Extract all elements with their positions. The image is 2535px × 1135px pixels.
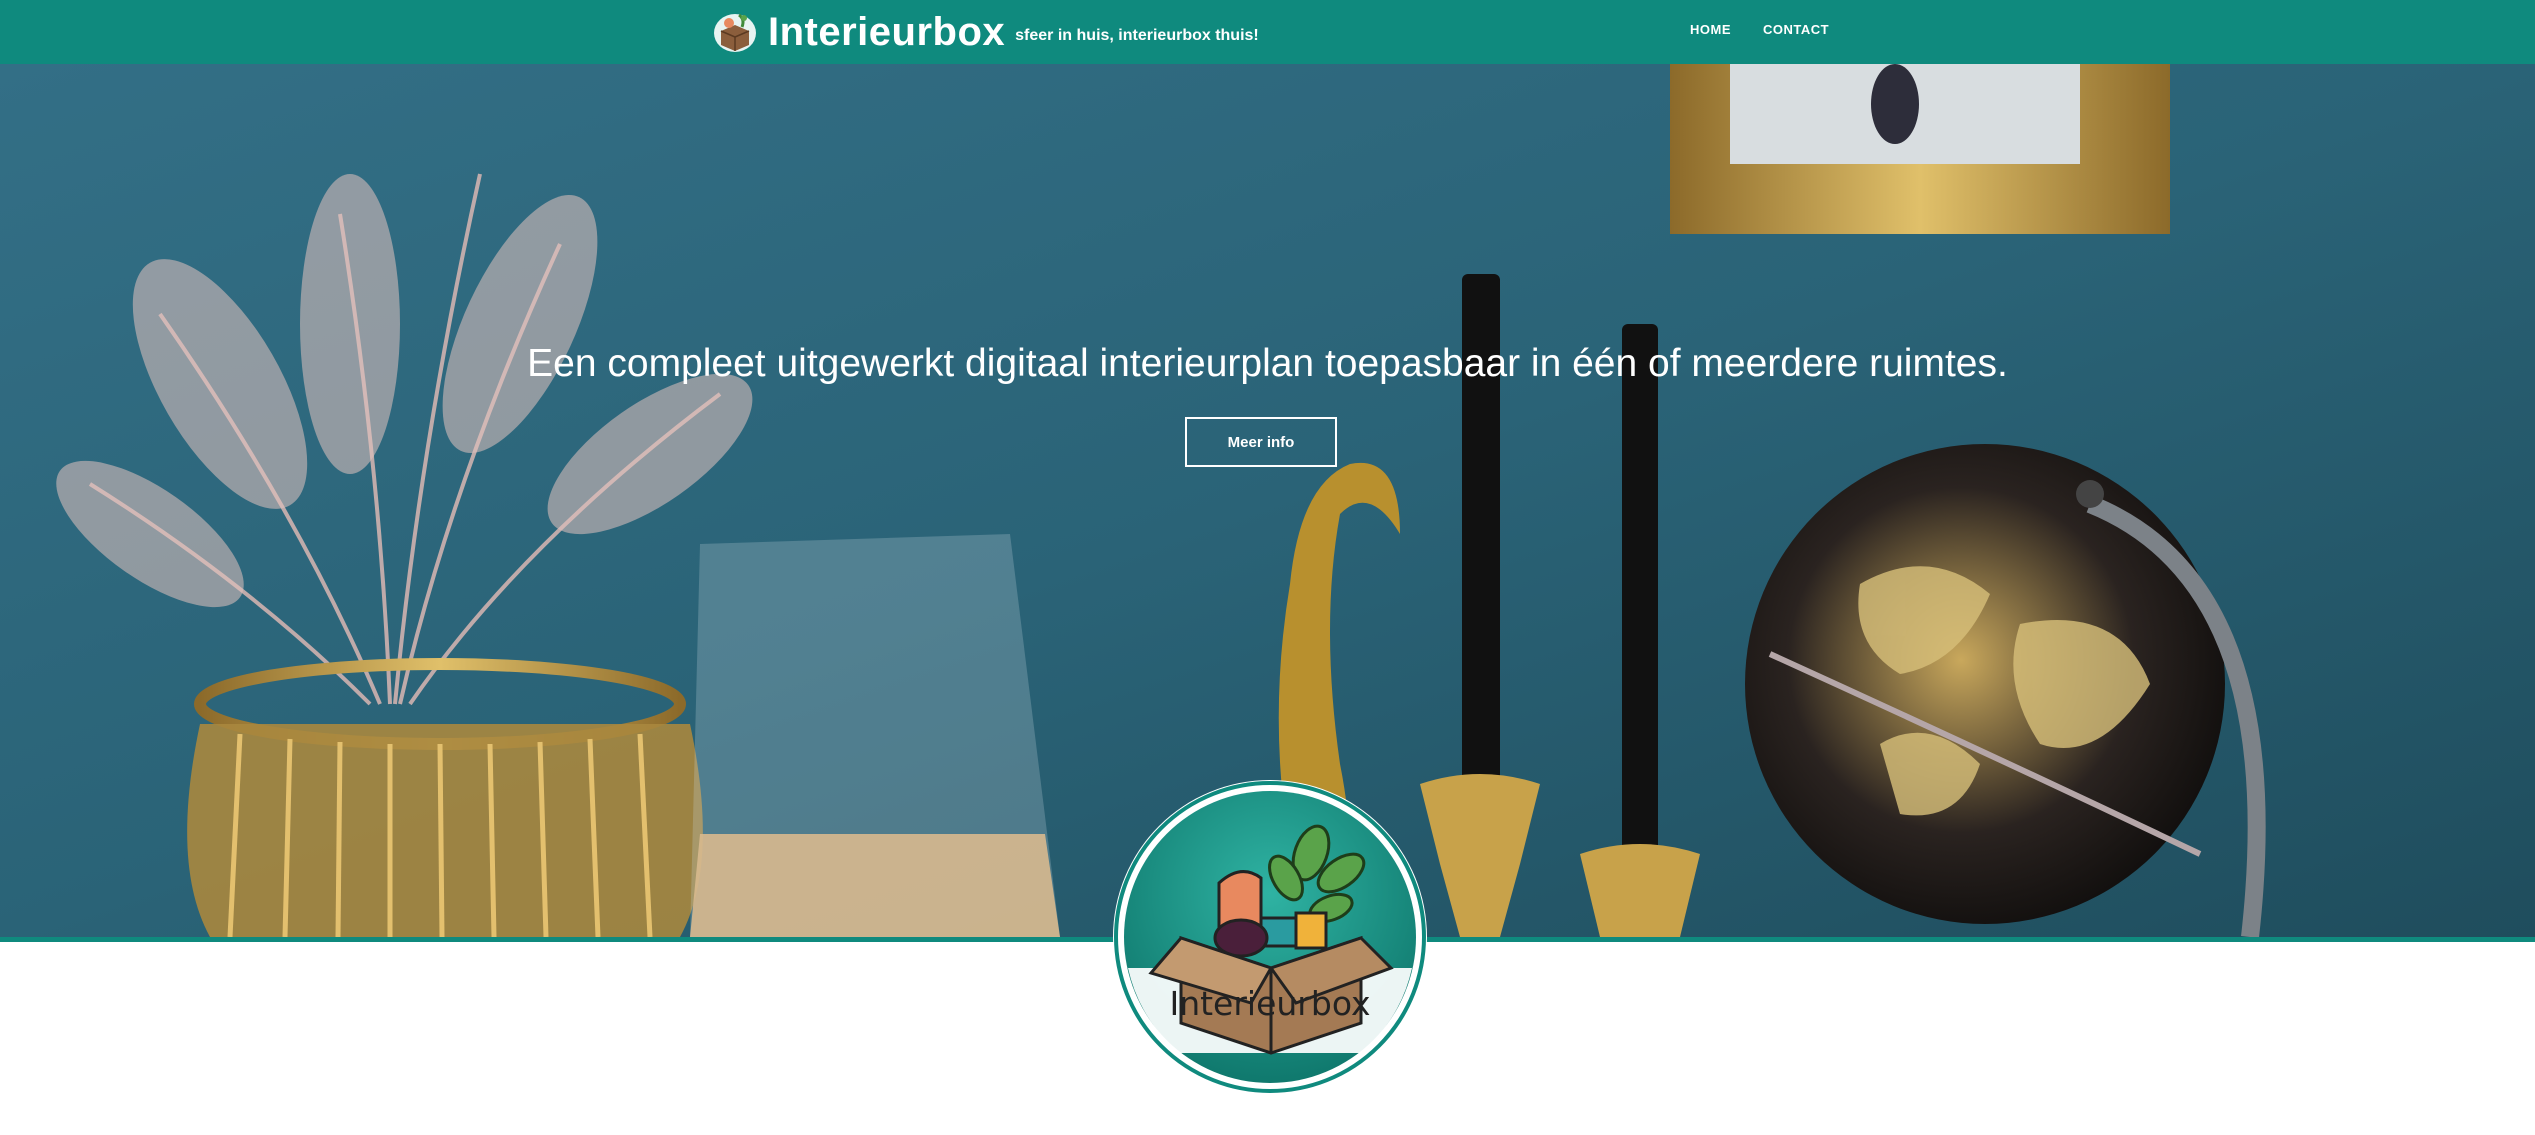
hero-headline: Een compleet uitgewerkt digitaal interie…: [527, 342, 2008, 385]
top-navigation-bar: Interieurbox sfeer in huis, interieurbox…: [0, 0, 2535, 64]
meer-info-button[interactable]: Meer info: [1185, 417, 1337, 467]
brand-tagline: sfeer in huis, interieurbox thuis!: [1015, 27, 1259, 44]
main-nav: HOME CONTACT: [1690, 22, 1829, 37]
box-logo-icon: [714, 13, 756, 52]
brand-name: Interieurbox: [768, 9, 1006, 54]
nav-contact-link[interactable]: CONTACT: [1763, 22, 1829, 37]
interieurbox-badge-logo: [1113, 780, 1427, 1094]
nav-home-link[interactable]: HOME: [1690, 22, 1731, 37]
badge-text: Interieurbox: [1169, 984, 1371, 1023]
brand[interactable]: Interieurbox sfeer in huis, interieurbox…: [712, 6, 1259, 58]
